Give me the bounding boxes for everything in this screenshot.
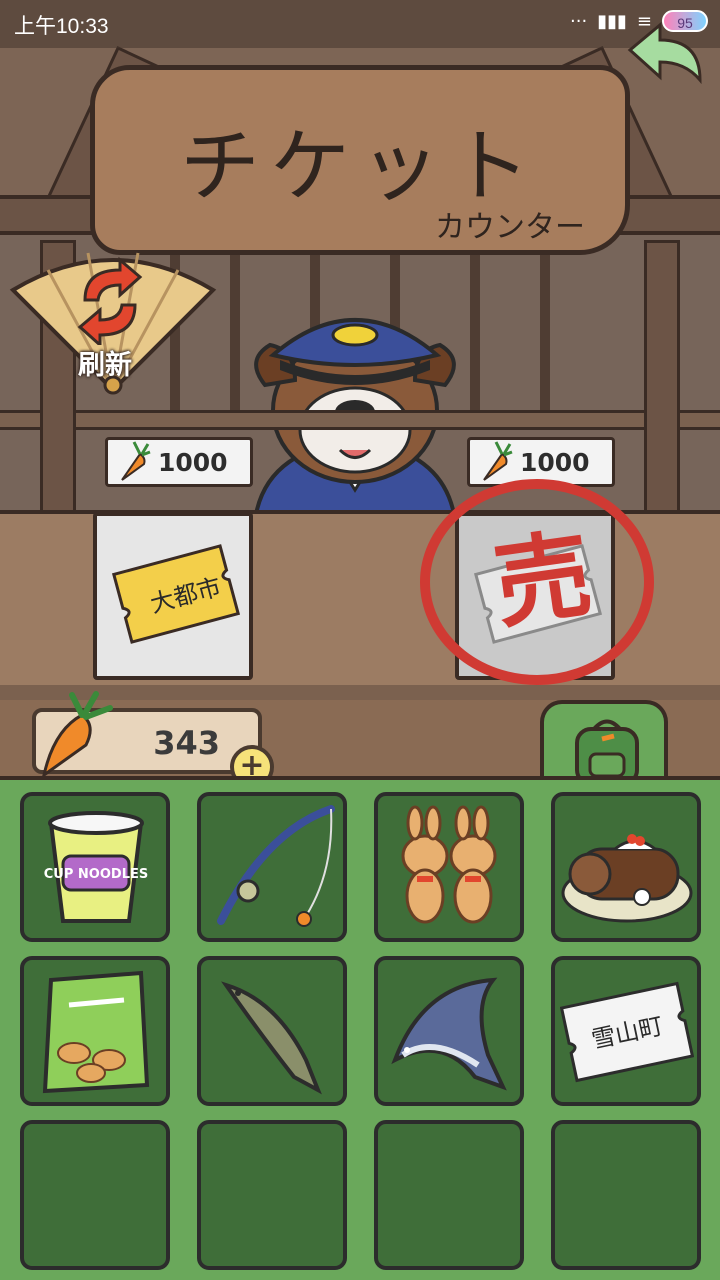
sign-subtitle: カウンター: [435, 210, 585, 245]
carrot-count: 343: [153, 724, 220, 762]
counter-rail: [0, 410, 720, 430]
inventory-slot-empty[interactable]: [374, 1120, 524, 1270]
trout-icon: [221, 981, 322, 1095]
ticket-icon: 雪山町: [560, 981, 694, 1083]
carrot-icon: [41, 691, 113, 779]
cup-noodles-label: CUP NOODLES: [44, 867, 148, 882]
inventory-slot-cup-noodles[interactable]: CUP NOODLES: [20, 792, 170, 942]
refresh-arrows-icon: [77, 256, 143, 345]
yule-log-cake-icon: [561, 834, 693, 923]
inventory-slot-bunny-cookies[interactable]: [374, 792, 524, 942]
inventory-slot-tuna[interactable]: [374, 956, 524, 1106]
refresh-button[interactable]: 刷新: [8, 245, 218, 395]
more-dots-icon: ···: [570, 10, 588, 32]
sold-label: 売: [487, 516, 599, 643]
back-arrow-icon[interactable]: [625, 20, 705, 90]
price-value: 1000: [158, 447, 228, 477]
inventory-slot-fishing-rod[interactable]: [197, 792, 347, 942]
snack-bag-icon: [42, 970, 150, 1094]
inventory-slot-empty[interactable]: [197, 1120, 347, 1270]
refresh-label: 刷新: [78, 350, 132, 381]
inventory-slot-empty[interactable]: [551, 1120, 701, 1270]
carrot-icon: [121, 441, 151, 481]
price-tag-1: 1000: [105, 437, 253, 487]
ticket-slot-1[interactable]: 大都市: [93, 512, 253, 680]
status-bar: 上午10:33 ··· ▮▮▮ ≡ 95: [0, 0, 720, 48]
sign-title: チケット: [180, 120, 540, 213]
inventory-slot-yule-log-cake[interactable]: [551, 792, 701, 942]
ticket-icon: 大都市: [111, 544, 241, 644]
tuna-icon: [391, 977, 507, 1091]
inventory-slot-empty[interactable]: [20, 1120, 170, 1270]
signal-icon: ▮▮▮: [597, 10, 627, 32]
cup-noodles-icon: CUP NOODLES: [44, 811, 148, 923]
status-time: 上午10:33: [14, 15, 109, 38]
bunny-cookies-icon: [401, 805, 497, 924]
inventory-grid: CUP NOODLES 雪山町: [0, 776, 720, 1280]
inventory-slot-snack-bag[interactable]: [20, 956, 170, 1106]
ticket-counter-sign: チケット カウンター: [90, 65, 630, 255]
inventory-slot-trout[interactable]: [197, 956, 347, 1106]
inventory-slot-ticket-snow-mountain[interactable]: 雪山町: [551, 956, 701, 1106]
fishing-rod-icon: [217, 805, 335, 927]
ticket-counter-scene: チケット カウンター 刷新 1000 1000 大都市 売: [0, 0, 720, 700]
